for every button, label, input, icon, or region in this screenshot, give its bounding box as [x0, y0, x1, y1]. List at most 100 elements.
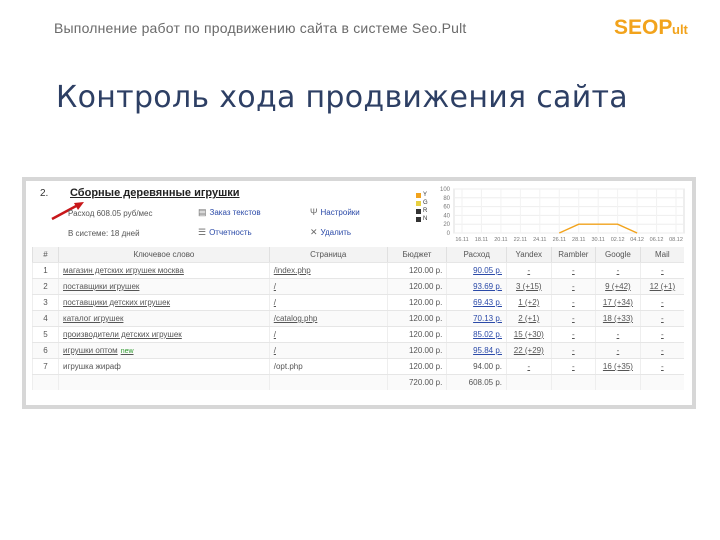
- x-tick-label: 02.12: [611, 237, 625, 243]
- chart-legend: Y G R N: [416, 191, 428, 223]
- yandex-position: 15 (+30): [506, 326, 552, 343]
- keyword-cell[interactable]: поставщики детских игрушек: [58, 294, 270, 311]
- row-number: 5: [31, 326, 59, 343]
- yandex-position-value[interactable]: 1 (+2): [518, 298, 539, 307]
- google-position-value[interactable]: 17 (+34): [603, 298, 633, 307]
- delete-action[interactable]: ✕ Удалить: [310, 227, 351, 238]
- keyword-cell[interactable]: поставщики игрушек: [58, 278, 270, 295]
- mail-position: -: [639, 310, 684, 327]
- page-cell[interactable]: /: [268, 326, 388, 343]
- keyword-cell[interactable]: магазин детских игрушек москва: [58, 262, 270, 279]
- yandex-position: -: [506, 262, 552, 279]
- mail-position: -: [639, 326, 684, 343]
- yandex-position-value[interactable]: 2 (+1): [518, 314, 539, 323]
- legend-item: Y: [416, 191, 428, 199]
- y-tick-label: 40: [443, 213, 450, 219]
- keyword-text[interactable]: производители детских игрушек: [63, 330, 182, 339]
- col-header-spend[interactable]: Расход: [446, 247, 507, 263]
- report-action[interactable]: ☰ Отчетность: [198, 227, 252, 238]
- page-cell[interactable]: /: [268, 278, 388, 295]
- project-name-link[interactable]: Сборные деревянные игрушки: [70, 187, 240, 199]
- row-number: 4: [31, 310, 59, 327]
- spend-link[interactable]: 95.84 р.: [473, 346, 502, 355]
- keyword-text[interactable]: каталог игрушек: [63, 314, 123, 323]
- empty-cell: [58, 374, 270, 390]
- spend-link[interactable]: 70.13 р.: [473, 314, 502, 323]
- yandex-position-value[interactable]: 22 (+29): [514, 346, 544, 355]
- yandex-position-value[interactable]: 15 (+30): [514, 330, 544, 339]
- yandex-position: 22 (+29): [506, 342, 552, 359]
- yandex-position: -: [506, 358, 552, 375]
- col-header-number: #: [31, 247, 59, 263]
- page-cell[interactable]: /: [268, 294, 388, 311]
- page-cell[interactable]: /: [268, 342, 388, 359]
- mail-position-value: -: [661, 314, 664, 323]
- mail-position-value: -: [661, 330, 664, 339]
- spend-link[interactable]: 93.69 р.: [473, 282, 502, 291]
- google-position-value[interactable]: 18 (+33): [603, 314, 633, 323]
- rambler-position: -: [550, 358, 596, 375]
- y-tick-label: 0: [447, 231, 451, 237]
- keyword-cell[interactable]: производители детских игрушек: [58, 326, 270, 343]
- rambler-position-value: -: [572, 314, 575, 323]
- spend-cell: 94.00 р.: [446, 358, 507, 375]
- seopult-logo: SEOP ult: [614, 16, 689, 39]
- page-cell[interactable]: /catalog.php: [268, 310, 388, 327]
- spend-link[interactable]: 85.02 р.: [473, 330, 502, 339]
- keyword-text[interactable]: поставщики игрушек: [63, 282, 139, 291]
- budget-cell: 120.00 р.: [386, 358, 447, 375]
- row-number: 1: [31, 262, 59, 279]
- keyword-text[interactable]: игрушки оптом: [63, 346, 118, 355]
- google-position: -: [595, 262, 641, 279]
- spend-link[interactable]: 69.43 р.: [473, 298, 502, 307]
- x-tick-label: 20.11: [494, 237, 507, 243]
- table-row: 3 поставщики детских игрушек /120.00 р. 69.…: [31, 294, 684, 311]
- totals-row: 720.00 р. 608.05 р.: [31, 374, 684, 390]
- col-header-rambler[interactable]: Rambler: [550, 247, 596, 263]
- project-number: 2.: [40, 188, 49, 199]
- mail-position-value[interactable]: 12 (+1): [650, 282, 676, 291]
- budget-cell: 120.00 р.: [386, 310, 447, 327]
- legend-swatch: [416, 208, 421, 214]
- page-cell[interactable]: /index.php: [268, 262, 388, 279]
- col-header-page[interactable]: Страница: [268, 247, 388, 263]
- keyword-text[interactable]: игрушка жираф: [63, 362, 121, 371]
- col-header-keyword[interactable]: Ключевое слово: [58, 247, 270, 263]
- rambler-position-value: -: [572, 266, 575, 275]
- close-icon: ✕: [310, 227, 318, 237]
- budget-cell: 120.00 р.: [386, 278, 447, 295]
- x-tick-label: 16.11: [455, 237, 468, 243]
- x-tick-label: 18.11: [475, 237, 488, 243]
- budget-cell: 120.00 р.: [386, 342, 447, 359]
- x-tick-label: 30.11: [592, 237, 605, 243]
- positions-chart: Y G R N 100 80 60 40 20 0 16.11 18.11 20.11 22.11…: [416, 183, 690, 245]
- screenshot-content: 2. Сборные деревянные игрушки Расход 608…: [26, 181, 692, 405]
- col-header-yandex[interactable]: Yandex: [506, 247, 552, 263]
- empty-cell: [639, 374, 684, 390]
- settings-action[interactable]: Ψ Настройки: [310, 207, 360, 217]
- rambler-position-value: -: [572, 298, 575, 307]
- col-header-google[interactable]: Google: [595, 247, 641, 263]
- yandex-position-value[interactable]: 3 (+15): [516, 282, 542, 291]
- google-position: 9 (+42): [595, 278, 641, 295]
- project-days: В системе: 18 дней: [68, 229, 140, 238]
- keyword-text[interactable]: поставщики детских игрушек: [63, 298, 170, 307]
- settings-icon: Ψ: [310, 207, 318, 217]
- col-header-mail[interactable]: Mail: [639, 247, 684, 263]
- legend-swatch: [416, 200, 421, 206]
- x-tick-label: 26.11: [553, 237, 566, 243]
- keyword-cell[interactable]: каталог игрушек: [58, 310, 270, 327]
- spend-link[interactable]: 90.05 р.: [473, 266, 502, 275]
- report-icon: ☰: [198, 227, 207, 237]
- col-header-budget[interactable]: Бюджет: [386, 247, 447, 263]
- keyword-cell[interactable]: игрушки оптом new: [58, 342, 270, 359]
- order-texts-action[interactable]: ▤ Заказ текстов: [198, 207, 261, 218]
- google-position-value[interactable]: 16 (+35): [603, 362, 633, 371]
- keyword-cell[interactable]: игрушка жираф: [58, 358, 270, 375]
- google-position: -: [595, 326, 641, 343]
- yandex-position: 3 (+15): [506, 278, 552, 295]
- keyword-text[interactable]: магазин детских игрушек москва: [63, 266, 184, 275]
- google-position-value[interactable]: 9 (+42): [605, 282, 631, 291]
- plot-area: [453, 188, 685, 234]
- legend-item: N: [416, 215, 428, 223]
